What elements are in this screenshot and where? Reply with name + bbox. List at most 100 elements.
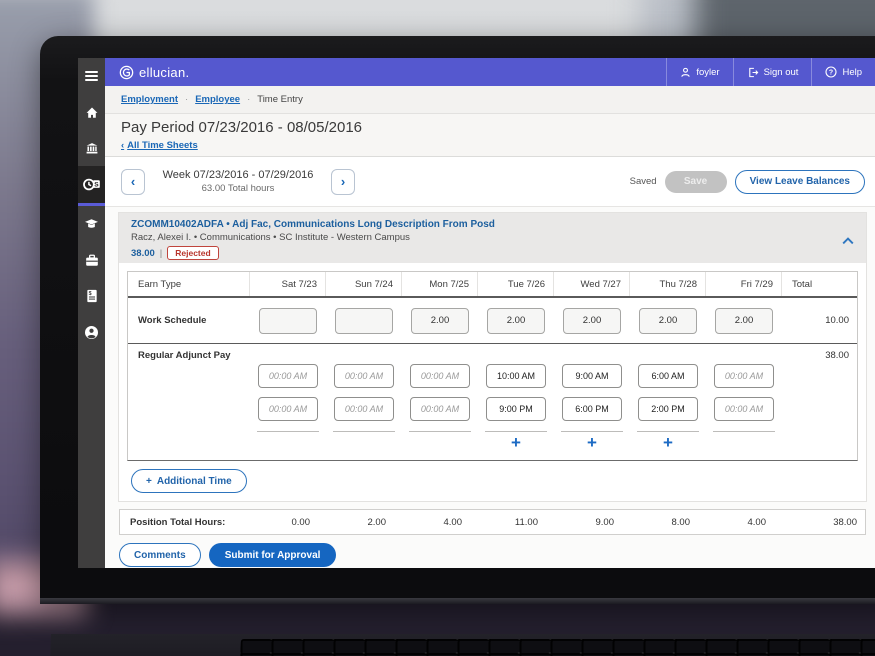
sidebar-item-institution[interactable] <box>78 130 105 166</box>
laptop-screen: S $ ellucian. foyler Sign out ? Help Emp… <box>78 58 875 568</box>
next-week-button[interactable]: › <box>331 168 355 195</box>
laptop-hinge <box>40 598 875 604</box>
main-column: ellucian. foyler Sign out ? Help Employm… <box>105 58 875 568</box>
help-button[interactable]: ? Help <box>811 58 875 86</box>
brand-logo: ellucian. <box>105 65 189 80</box>
hamburger-icon <box>85 69 98 83</box>
week-summary: Week 07/23/2016 - 07/29/2016 63.00 Total… <box>153 169 323 194</box>
week-total-hours: 63.00 Total hours <box>201 183 275 194</box>
collapse-card-button[interactable] <box>840 231 856 250</box>
time-out-row <box>128 397 857 421</box>
home-icon <box>86 107 97 118</box>
column-header-thu: Thu 7/28 <box>630 272 706 296</box>
time-out-sun[interactable] <box>334 397 394 421</box>
regular-adjunct-pay-label: Regular Adjunct Pay <box>138 349 231 361</box>
back-chevron-icon: ‹ <box>121 140 125 151</box>
time-in-thu[interactable] <box>638 364 698 388</box>
user-menu-button[interactable]: foyler <box>666 58 732 86</box>
time-out-fri[interactable] <box>714 397 774 421</box>
total-fri: 4.00 <box>747 516 767 528</box>
timesheet-table: Earn Type Sat 7/23 Sun 7/24 Mon 7/25 Tue… <box>127 271 858 461</box>
time-in-fri[interactable] <box>714 364 774 388</box>
work-schedule-sun <box>335 307 393 334</box>
action-buttons: Comments Submit for Approval <box>119 543 875 567</box>
view-leave-balances-button[interactable]: View Leave Balances <box>734 169 865 194</box>
additional-time-wrap: + Additional Time <box>131 469 858 493</box>
work-schedule-total: 10.00 <box>825 315 849 326</box>
sidebar-item-home[interactable] <box>78 94 105 130</box>
position-totals-row: Position Total Hours: 0.00 2.00 4.00 11.… <box>119 509 866 535</box>
chevron-right-icon: › <box>340 174 346 189</box>
position-hours: 38.00 <box>131 247 155 259</box>
header-actions: foyler Sign out ? Help <box>666 58 875 86</box>
sidebar-item-finances[interactable]: $ <box>78 278 105 314</box>
work-schedule-row: Work Schedule 2.00 2.00 2.00 2.00 2.00 1… <box>128 298 857 344</box>
submit-for-approval-button[interactable]: Submit for Approval <box>208 543 337 567</box>
column-header-total: Total <box>792 278 813 290</box>
sidebar-item-academics[interactable] <box>78 206 105 242</box>
position-status-line: 38.00 | Rejected <box>131 246 836 260</box>
time-out-mon[interactable] <box>410 397 470 421</box>
add-time-thu-button[interactable]: + <box>657 434 679 451</box>
time-out-sat[interactable] <box>258 397 318 421</box>
time-in-sun[interactable] <box>334 364 394 388</box>
sign-out-label: Sign out <box>763 66 799 78</box>
additional-time-button[interactable]: + Additional Time <box>131 469 247 493</box>
save-button[interactable]: Save <box>664 170 727 193</box>
ellucian-logo-icon <box>119 65 134 79</box>
regular-adjunct-pay-row: Regular Adjunct Pay 38.00 00:00 AM 00:00… <box>128 344 857 460</box>
status-badge: Rejected <box>167 246 219 260</box>
time-in-wed[interactable] <box>562 364 622 388</box>
regular-adjunct-pay-head: Regular Adjunct Pay 38.00 <box>128 348 857 362</box>
add-entry-row: + + + <box>128 434 857 454</box>
time-out-thu[interactable] <box>638 397 698 421</box>
add-time-tue-button[interactable]: + <box>505 434 527 451</box>
time-in-mon[interactable] <box>410 364 470 388</box>
sign-out-button[interactable]: Sign out <box>732 58 812 86</box>
previous-week-button[interactable]: ‹ <box>121 168 145 195</box>
app-header: ellucian. foyler Sign out ? Help <box>105 58 875 86</box>
sidebar-item-profile[interactable] <box>78 314 105 350</box>
total-wed: 9.00 <box>595 516 615 528</box>
time-in-sat[interactable] <box>258 364 318 388</box>
entry-divider <box>637 431 699 432</box>
work-schedule-sat <box>259 307 317 334</box>
position-totals-label: Position Total Hours: <box>130 516 226 528</box>
comments-button[interactable]: Comments <box>119 543 201 567</box>
column-header-earn-type: Earn Type <box>128 272 250 296</box>
help-icon: ? <box>825 66 838 78</box>
add-time-wed-button[interactable]: + <box>581 434 603 451</box>
position-title: ZCOMM10402ADFA • Adj Fac, Communications… <box>131 219 495 230</box>
svg-text:?: ? <box>829 70 833 77</box>
sidebar-item-time-entry[interactable]: S <box>78 166 105 206</box>
column-header-fri: Fri 7/29 <box>706 272 782 296</box>
total-sun: 2.00 <box>367 516 387 528</box>
brand-name: ellucian. <box>139 64 190 80</box>
saved-status: Saved <box>629 176 657 187</box>
briefcase-icon <box>85 254 98 266</box>
total-mon: 4.00 <box>443 516 463 528</box>
back-link-label: All Time Sheets <box>127 140 198 151</box>
time-out-tue[interactable] <box>486 397 546 421</box>
time-out-wed[interactable] <box>562 397 622 421</box>
all-time-sheets-link[interactable]: ‹ All Time Sheets <box>121 140 198 151</box>
regular-adjunct-pay-total: 38.00 <box>825 349 849 361</box>
page-header: Pay Period 07/23/2016 - 08/05/2016 ‹ All… <box>105 114 875 157</box>
page-title: Pay Period 07/23/2016 - 08/05/2016 <box>121 119 363 136</box>
work-schedule-thu: 2.00 <box>639 307 697 334</box>
person-circle-icon <box>85 325 98 339</box>
total-thu: 8.00 <box>671 516 691 528</box>
menu-toggle-button[interactable] <box>78 58 105 94</box>
week-actions: Saved Save View Leave Balances <box>629 169 865 194</box>
time-in-tue[interactable] <box>486 364 546 388</box>
divider: | <box>159 247 163 259</box>
breadcrumb-current: Time Entry <box>257 94 303 105</box>
position-card-header: ZCOMM10402ADFA • Adj Fac, Communications… <box>119 213 866 263</box>
sidebar-item-employment[interactable] <box>78 242 105 278</box>
entry-divider <box>713 431 775 432</box>
position-subtitle: Racz, Alexei I. • Communications • SC In… <box>131 232 410 243</box>
breadcrumb-employment[interactable]: Employment <box>121 94 178 105</box>
total-sat: 0.00 <box>291 516 311 528</box>
column-header-tue: Tue 7/26 <box>478 272 554 296</box>
breadcrumb-employee[interactable]: Employee <box>195 94 240 105</box>
